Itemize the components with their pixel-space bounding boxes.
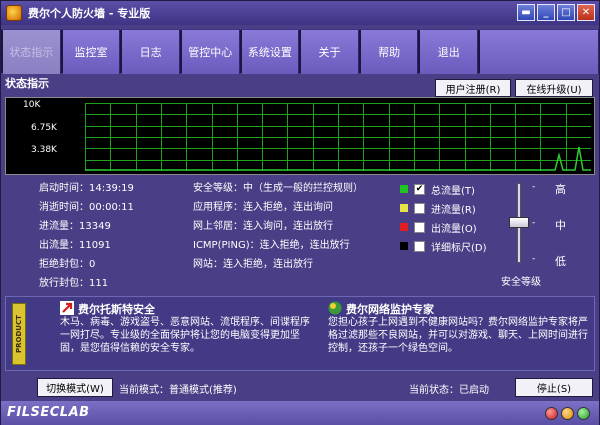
tab-bar-filler xyxy=(480,30,600,74)
info-mid-line: 应用程序：连入拒绝，连出询问 xyxy=(193,202,333,213)
tab-about[interactable]: 关于 xyxy=(301,30,359,74)
info-left-line: 出流量：11091 xyxy=(39,240,111,251)
legend-color-swatch xyxy=(400,185,408,193)
promo-left-text: 木马、病毒、游戏盗号、恶意网站、流氓程序、间谍程序一网打尽。专业级的全面保护将让… xyxy=(60,317,310,354)
level-mid-dash: - xyxy=(532,218,536,228)
section-title: 状态指示 xyxy=(5,77,49,90)
maximize-icon[interactable]: □ xyxy=(557,4,575,21)
switch-mode-button[interactable]: 切换模式(W) xyxy=(37,378,113,397)
window-title: 费尔个人防火墙 - 专业版 xyxy=(28,7,151,20)
graph-label-low: 3.38K xyxy=(31,145,57,155)
tab-control-center[interactable]: 管控中心 xyxy=(181,30,240,74)
arrow-logo-icon xyxy=(60,301,74,315)
promo-right-title[interactable]: 费尔网络监护专家 xyxy=(346,301,434,317)
legend-checkbox[interactable] xyxy=(414,202,425,214)
security-level-thumb[interactable] xyxy=(509,217,529,228)
current-mode-text: 当前模式：普通模式(推荐) xyxy=(119,385,237,396)
stop-button[interactable]: 停止(S) xyxy=(515,378,593,397)
legend-label: 总流量(T) xyxy=(431,185,475,197)
traffic-graph-plot xyxy=(85,103,591,171)
legend-row: 进流量(R) xyxy=(400,201,476,216)
info-mid-line: 网站：连入拒绝，连出放行 xyxy=(193,259,313,270)
level-low-label: 低 xyxy=(555,255,566,268)
legend-row: 出流量(O) xyxy=(400,220,477,235)
app-icon xyxy=(6,5,22,21)
brand-logo: FILSECLAB xyxy=(7,405,90,420)
legend-row: 详细标尺(D) xyxy=(400,239,487,254)
graph-label-top: 10K xyxy=(23,100,41,110)
level-mid-label: 中 xyxy=(555,219,566,232)
tab-monitor[interactable]: 监控室 xyxy=(62,30,121,74)
promo-right-text: 您担心孩子上网遇到不健康网站吗？费尔网络监护专家将严格过滤那些不良网站，并可以对… xyxy=(328,317,588,354)
product-badge: PRODUCT xyxy=(12,303,26,365)
info-left-line: 启动时间：14:39:19 xyxy=(39,183,134,194)
red-status-icon xyxy=(545,407,558,420)
legend-label: 进流量(R) xyxy=(431,204,476,216)
info-mid-line: 安全等级：中（生成一般的拦控规则） xyxy=(193,183,363,194)
legend-color-swatch xyxy=(400,204,408,212)
legend-label: 详细标尺(D) xyxy=(431,242,487,254)
legend-row: ✔ 总流量(T) xyxy=(400,182,475,197)
upgrade-button[interactable]: 在线升级(U) xyxy=(515,79,593,97)
level-high-dash: - xyxy=(532,182,536,192)
info-left-line: 拒绝封包：0 xyxy=(39,259,96,270)
globe-logo-icon xyxy=(328,301,342,315)
footer-bar: FILSECLAB xyxy=(1,401,599,425)
legend-checkbox[interactable] xyxy=(414,240,425,252)
level-high-label: 高 xyxy=(555,183,566,196)
title-bar[interactable]: 费尔个人防火墙 - 专业版 ▬ _ □ ✕ xyxy=(1,1,599,25)
close-icon[interactable]: ✕ xyxy=(577,4,595,21)
tab-log[interactable]: 日志 xyxy=(122,30,180,74)
current-state-text: 当前状态：已启动 xyxy=(409,385,489,396)
minimize-icon[interactable]: _ xyxy=(537,4,555,21)
info-left-line: 放行封包：111 xyxy=(39,278,109,289)
legend-color-swatch xyxy=(400,242,408,250)
info-mid-line: ICMP(PING)：连入拒绝，连出放行 xyxy=(193,240,350,251)
main-tab-bar: 状态指示 监控室 日志 管控中心 系统设置 关于 帮助 退出 xyxy=(1,29,600,74)
security-level-caption: 安全等级 xyxy=(501,277,541,288)
info-left-line: 消逝时间：00:00:11 xyxy=(39,202,134,213)
legend-checkbox[interactable]: ✔ xyxy=(414,183,425,195)
promo-left-title[interactable]: 费尔托斯特安全 xyxy=(78,301,155,317)
legend-label: 出流量(O) xyxy=(431,223,477,235)
orange-status-icon xyxy=(561,407,574,420)
graph-label-mid: 6.75K xyxy=(31,123,57,133)
level-low-dash: - xyxy=(532,254,536,264)
tab-help[interactable]: 帮助 xyxy=(360,30,419,74)
window-controls: ▬ _ □ ✕ xyxy=(517,4,595,21)
green-status-icon xyxy=(577,407,590,420)
legend-color-swatch xyxy=(400,223,408,231)
legend-checkbox[interactable] xyxy=(414,221,425,233)
tab-settings[interactable]: 系统设置 xyxy=(241,30,300,74)
info-mid-line: 网上邻居：连入询问，连出放行 xyxy=(193,221,333,232)
register-button[interactable]: 用户注册(R) xyxy=(435,79,511,97)
info-left-line: 进流量：13349 xyxy=(39,221,111,232)
promo-panel: PRODUCT 费尔托斯特安全 木马、病毒、游戏盗号、恶意网站、流氓程序、间谍程… xyxy=(5,296,595,371)
tab-status[interactable]: 状态指示 xyxy=(3,30,61,74)
minimize-to-tray-icon[interactable]: ▬ xyxy=(517,4,535,21)
tab-exit[interactable]: 退出 xyxy=(420,30,479,74)
firewall-window: 费尔个人防火墙 - 专业版 ▬ _ □ ✕ 状态指示 监控室 日志 管控中心 系… xyxy=(0,0,600,425)
